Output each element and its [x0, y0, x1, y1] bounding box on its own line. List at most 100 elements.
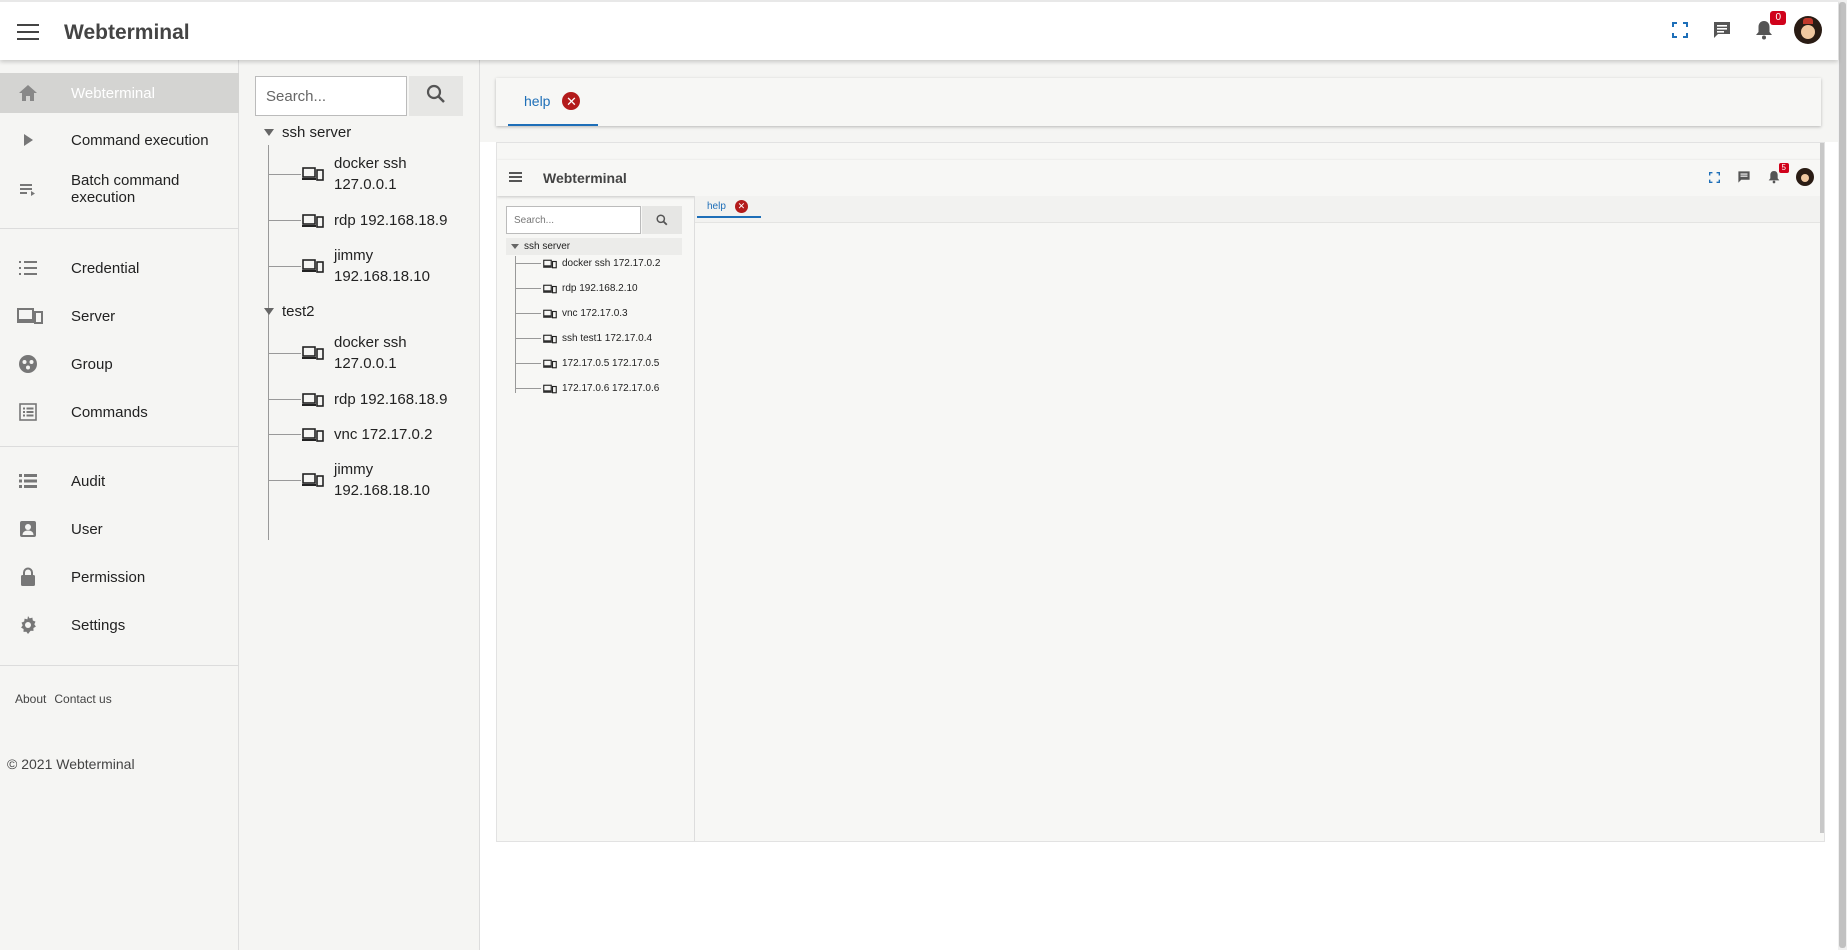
- sidebar-divider: [0, 446, 239, 447]
- search-input[interactable]: [255, 76, 407, 116]
- group-icon: [17, 353, 39, 375]
- devices-icon: [302, 167, 324, 181]
- play-icon: [17, 129, 39, 151]
- sidebar-item-webterminal[interactable]: Webterminal: [0, 73, 239, 113]
- tab-label: help: [524, 93, 551, 109]
- tree-node-label: rdp 192.168.18.9: [334, 391, 448, 408]
- help-screenshot-preview: Webterminal 5 ssh server docker ssh 172.…: [496, 142, 1825, 842]
- list-icon: [17, 257, 39, 279]
- tree-node: ssh test1 172.17.0.4: [515, 333, 652, 344]
- search-icon: [656, 214, 668, 226]
- tree-node: rdp 192.168.2.10: [515, 283, 638, 294]
- tab-help[interactable]: help ✕: [508, 78, 598, 126]
- sidebar-item-label: User: [71, 520, 103, 538]
- menu-icon[interactable]: [17, 24, 39, 40]
- sidebar-item-label: Audit: [71, 472, 106, 490]
- tree-node-label: jimmy: [334, 461, 374, 478]
- sidebar-divider: [0, 665, 239, 666]
- preview-title: Webterminal: [543, 170, 627, 186]
- sidebar-item-batch-command-execution[interactable]: Batch command execution: [0, 168, 239, 210]
- server-tree-panel: ssh server docker ssh 127.0.0.1 rdp 192.1…: [239, 60, 480, 950]
- sidebar-item-label: Webterminal: [71, 84, 155, 102]
- preview-scrollbar: [1820, 143, 1824, 833]
- tree-node-label: rdp 192.168.2.10: [562, 283, 638, 294]
- avatar: [1796, 168, 1814, 186]
- sidebar-item-label: Server: [71, 307, 116, 325]
- devices-icon: [302, 473, 324, 487]
- sidebar-item-label: Group: [71, 355, 113, 373]
- user-icon: [17, 518, 39, 540]
- sidebar-item-label: Batch command execution: [71, 172, 180, 206]
- page-scrollbar[interactable]: [1838, 0, 1847, 950]
- bell-icon: 5: [1766, 163, 1789, 186]
- sidebar-item-permission[interactable]: Permission: [0, 557, 239, 597]
- tree-group-test2[interactable]: test2: [264, 303, 315, 320]
- sidebar-item-label: Commands: [71, 403, 148, 421]
- sidebar-item-user[interactable]: User: [0, 509, 239, 549]
- tree-node-label: 172.17.0.6 172.17.0.6: [562, 383, 660, 394]
- tree-node[interactable]: docker ssh 127.0.0.1: [268, 332, 407, 374]
- sidebar-item-server[interactable]: Server: [0, 296, 239, 336]
- devices-icon: [543, 359, 557, 368]
- notification-badge: 5: [1778, 163, 1789, 173]
- tab-bar: help ✕: [496, 78, 1821, 126]
- tree-node-label-ip: 127.0.0.1: [334, 355, 397, 372]
- fullscreen-icon[interactable]: [1668, 18, 1692, 42]
- tree-node: docker ssh 172.17.0.2: [515, 258, 660, 269]
- tree-node-label: rdp 192.168.18.9: [334, 212, 448, 229]
- sidebar-footer-links: About Contact us: [15, 692, 112, 706]
- sidebar-item-label: Permission: [71, 568, 146, 586]
- close-icon[interactable]: ✕: [562, 92, 581, 110]
- sidebar-item-command-execution[interactable]: Command execution: [0, 120, 239, 160]
- chat-icon: [1736, 168, 1752, 186]
- preview-tree-panel: ssh server docker ssh 172.17.0.2 rdp 192…: [497, 196, 695, 841]
- devices-icon: [302, 213, 324, 228]
- devices-icon: [302, 346, 324, 360]
- avatar[interactable]: [1794, 16, 1822, 44]
- batch-icon: [17, 178, 39, 200]
- tree-group-label: ssh server: [524, 241, 571, 252]
- tree-node[interactable]: jimmy 192.168.18.10: [268, 459, 430, 501]
- devices-icon: [302, 392, 324, 407]
- sidebar: Webterminal Command execution Batch comm…: [0, 60, 239, 950]
- tree-node-label: vnc 172.17.0.3: [562, 308, 628, 319]
- tree-node-label-ip: 192.168.18.10: [334, 268, 430, 285]
- tree-node[interactable]: docker ssh 127.0.0.1: [268, 153, 407, 195]
- copyright: © 2021 Webterminal: [7, 756, 135, 772]
- preview-header: Webterminal 5: [497, 160, 1824, 196]
- sidebar-item-credential[interactable]: Credential: [0, 248, 239, 288]
- sidebar-item-commands[interactable]: Commands: [0, 392, 239, 432]
- bell-icon[interactable]: 0: [1752, 11, 1786, 42]
- devices-icon: [543, 334, 557, 343]
- home-icon: [17, 82, 39, 104]
- devices-icon: [543, 384, 557, 393]
- sidebar-item-settings[interactable]: Settings: [0, 605, 239, 645]
- top-header: Webterminal 0: [0, 0, 1838, 60]
- tree-node[interactable]: rdp 192.168.18.9: [268, 389, 447, 410]
- tree-node[interactable]: jimmy 192.168.18.10: [268, 245, 430, 287]
- sidebar-item-audit[interactable]: Audit: [0, 461, 239, 501]
- tree-node-label-ip: 192.168.18.10: [334, 482, 430, 499]
- tree-group-label: ssh server: [282, 124, 352, 141]
- tree-node[interactable]: vnc 172.17.0.2: [268, 424, 432, 445]
- chat-icon[interactable]: [1710, 18, 1734, 42]
- tree-node-label-ip: 127.0.0.1: [334, 176, 397, 193]
- about-link[interactable]: About: [15, 692, 46, 706]
- search-input: [506, 206, 641, 234]
- gear-icon: [17, 614, 39, 636]
- tree-node[interactable]: rdp 192.168.18.9: [268, 210, 447, 231]
- tree-node: vnc 172.17.0.3: [515, 308, 628, 319]
- tree-node-label: vnc 172.17.0.2: [334, 426, 433, 443]
- contact-link[interactable]: Contact us: [54, 692, 111, 706]
- devices-icon: [302, 259, 324, 273]
- tree-group-ssh-server[interactable]: ssh server: [264, 124, 351, 141]
- help-content-area: Webterminal 5 ssh server docker ssh 172.…: [480, 142, 1838, 950]
- tab-label: help: [707, 200, 726, 212]
- sidebar-item-group[interactable]: Group: [0, 344, 239, 384]
- tree-node-label: 172.17.0.5 172.17.0.5: [562, 358, 660, 369]
- main-content: help ✕ Webterminal 5 Search... ssh serve…: [480, 60, 1838, 950]
- fullscreen-icon: [1706, 168, 1722, 186]
- devices-icon: [17, 305, 43, 327]
- search-button[interactable]: [409, 76, 463, 116]
- app-root: Webterminal 0 Webterminal Command execut…: [0, 0, 1847, 950]
